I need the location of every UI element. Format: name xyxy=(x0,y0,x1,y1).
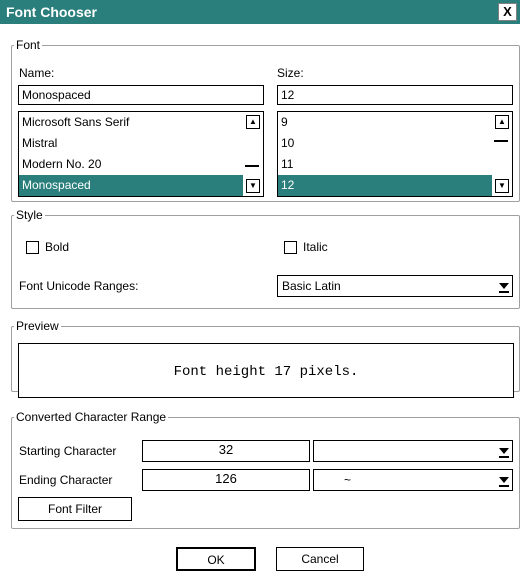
font-size-list-item[interactable]: 10 xyxy=(278,133,512,154)
ending-character-input[interactable]: 126 xyxy=(142,469,310,491)
range-group-legend: Converted Character Range xyxy=(14,410,169,424)
starting-character-input[interactable]: 32 xyxy=(142,440,310,462)
font-size-list-item[interactable]: 9 xyxy=(278,112,512,133)
name-label: Name: xyxy=(19,66,55,80)
font-size-input[interactable]: 12 xyxy=(277,85,513,105)
ending-character-select[interactable]: ~ xyxy=(313,469,513,491)
unicode-ranges-label: Font Unicode Ranges: xyxy=(19,279,139,293)
scroll-up-icon[interactable]: ▲ xyxy=(246,115,260,129)
font-name-list-item[interactable]: Monospaced xyxy=(19,175,243,196)
scroll-down-icon[interactable]: ▼ xyxy=(246,179,260,193)
unicode-ranges-select[interactable]: Basic Latin xyxy=(277,275,513,297)
dropdown-arrow-icon[interactable] xyxy=(498,473,510,487)
italic-label: Italic xyxy=(303,240,328,254)
starting-character-label: Starting Character xyxy=(19,444,117,458)
dropdown-arrow-icon[interactable] xyxy=(498,279,510,293)
scrollbar-thumb[interactable] xyxy=(494,130,508,142)
window-title: Font Chooser xyxy=(6,4,97,20)
font-name-list-item[interactable]: Microsoft Sans Serif xyxy=(19,112,263,133)
font-name-input[interactable]: Monospaced xyxy=(18,85,264,105)
font-filter-button[interactable]: Font Filter xyxy=(18,497,132,521)
ending-character-glyph: ~ xyxy=(344,473,352,487)
scroll-down-icon[interactable]: ▼ xyxy=(495,179,509,193)
font-size-list[interactable]: 9 10 11 12 ▲ ▼ xyxy=(277,111,513,197)
ok-button[interactable]: OK xyxy=(176,547,256,571)
unicode-ranges-value: Basic Latin xyxy=(282,279,341,293)
cancel-button[interactable]: Cancel xyxy=(276,547,364,571)
ending-character-label: Ending Character xyxy=(19,473,113,487)
starting-character-select[interactable] xyxy=(313,440,513,462)
dropdown-arrow-icon[interactable] xyxy=(498,444,510,458)
preview-text: Font height 17 pixels. xyxy=(173,364,359,380)
scrollbar-thumb[interactable] xyxy=(245,155,259,167)
close-icon[interactable]: X xyxy=(498,3,517,21)
font-group-legend: Font xyxy=(14,38,43,52)
preview-box: Font height 17 pixels. xyxy=(18,343,514,398)
italic-checkbox[interactable] xyxy=(284,241,297,254)
font-size-list-item[interactable]: 11 xyxy=(278,154,512,175)
font-size-list-item[interactable]: 12 xyxy=(278,175,492,196)
bold-checkbox[interactable] xyxy=(26,241,39,254)
preview-group-legend: Preview xyxy=(14,319,61,333)
font-name-list[interactable]: Microsoft Sans Serif Mistral Modern No. 20… xyxy=(18,111,264,197)
scroll-up-icon[interactable]: ▲ xyxy=(495,115,509,129)
font-name-list-item[interactable]: Modern No. 20 xyxy=(19,154,263,175)
size-label: Size: xyxy=(277,66,304,80)
bold-label: Bold xyxy=(45,240,70,254)
title-bar: Font Chooser X xyxy=(0,0,520,24)
style-group-legend: Style xyxy=(14,208,45,222)
font-name-list-item[interactable]: Mistral xyxy=(19,133,263,154)
